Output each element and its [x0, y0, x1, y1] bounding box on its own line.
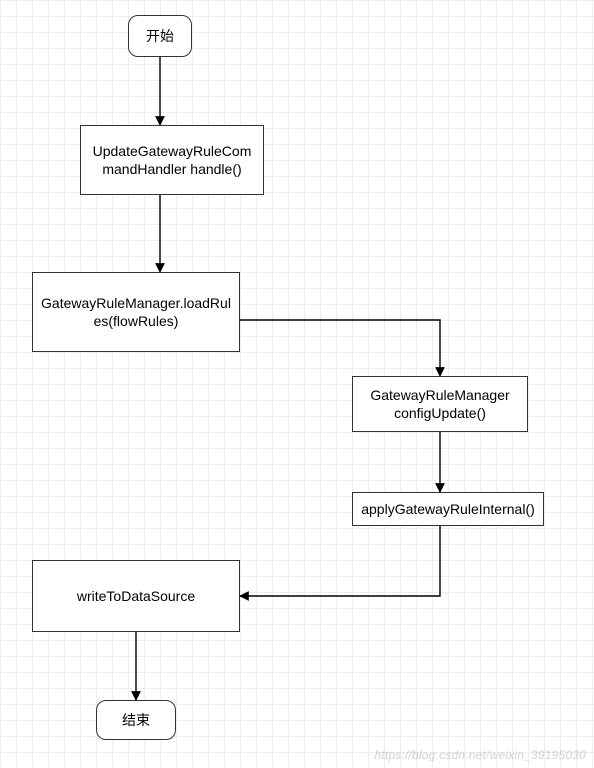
node-n1: UpdateGatewayRuleCommandHandler handle() [80, 125, 264, 195]
node-n4-label: applyGatewayRuleInternal() [361, 500, 535, 518]
watermark-text: https://blog.csdn.net/weixin_39195030 [374, 748, 586, 762]
node-n3-label: GatewayRuleManager configUpdate() [359, 386, 521, 422]
node-n5-label: writeToDataSource [77, 587, 195, 605]
node-n4: applyGatewayRuleInternal() [352, 492, 544, 526]
node-end-label: 结束 [122, 711, 150, 729]
node-start-label: 开始 [146, 27, 174, 45]
node-start: 开始 [128, 15, 192, 57]
node-end: 结束 [96, 700, 176, 740]
node-n5: writeToDataSource [32, 560, 240, 632]
node-n2-label: GatewayRuleManager.loadRules(flowRules) [39, 294, 233, 330]
node-n3: GatewayRuleManager configUpdate() [352, 376, 528, 432]
watermark: https://blog.csdn.net/weixin_39195030 [374, 748, 586, 762]
node-n2: GatewayRuleManager.loadRules(flowRules) [32, 272, 240, 352]
node-n1-label: UpdateGatewayRuleCommandHandler handle() [87, 142, 257, 178]
